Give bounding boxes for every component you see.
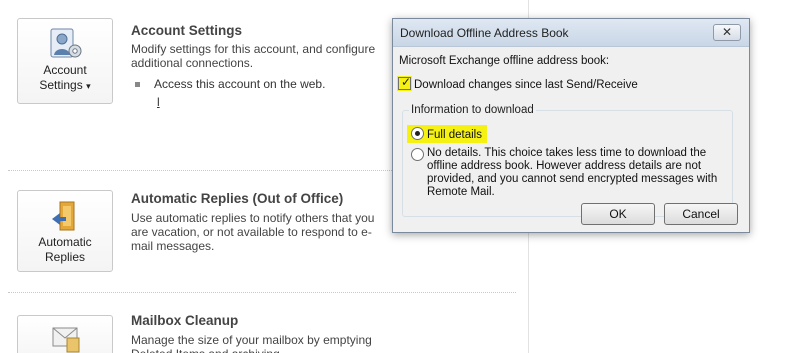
- group-label: Information to download: [409, 104, 536, 116]
- bullet-icon: [135, 82, 140, 88]
- address-book-label: Microsoft Exchange offline address book:: [399, 55, 610, 67]
- account-settings-label-line2: Settings ▾: [39, 78, 91, 92]
- automatic-replies-button[interactable]: Automatic Replies: [17, 190, 113, 272]
- dialog-title: Download Offline Address Book: [400, 26, 569, 40]
- radio-icon[interactable]: [411, 127, 424, 140]
- account-settings-description: Modify settings for this account, and co…: [131, 42, 376, 70]
- automatic-replies-icon: [52, 201, 75, 231]
- section-divider: [8, 292, 516, 293]
- download-changes-checkbox[interactable]: ✓: [397, 75, 412, 91]
- full-details-label: Full details: [427, 129, 482, 141]
- web-access-link[interactable]: l: [157, 95, 160, 109]
- mailbox-cleanup-button[interactable]: [17, 315, 113, 353]
- mailbox-cleanup-title: Mailbox Cleanup: [131, 313, 239, 328]
- automatic-replies-description: Use automatic replies to notify others t…: [131, 211, 375, 253]
- full-details-option[interactable]: Full details: [407, 125, 487, 143]
- mailbox-cleanup-description: Manage the size of your mailbox by empty…: [131, 333, 372, 353]
- close-button[interactable]: ✕: [713, 24, 741, 41]
- automatic-replies-label-line2: Replies: [44, 250, 86, 264]
- information-to-download-group: Information to download Full details No …: [402, 104, 733, 217]
- cancel-button[interactable]: Cancel: [664, 203, 738, 225]
- checkbox-icon: ✓: [401, 75, 412, 89]
- account-settings-button[interactable]: Account Settings ▾: [17, 18, 113, 104]
- close-icon: ✕: [721, 25, 733, 39]
- web-access-label: Access this account on the web.: [154, 77, 326, 91]
- account-settings-icon: [50, 28, 82, 58]
- dialog-title-bar[interactable]: Download Offline Address Book ✕: [393, 19, 749, 47]
- no-details-label: No details. This choice takes less time …: [427, 147, 718, 198]
- ok-button[interactable]: OK: [581, 203, 655, 225]
- download-changes-row[interactable]: ✓ Download changes since last Send/Receiv…: [397, 75, 638, 91]
- web-access-item: Access this account on the web.: [135, 77, 325, 91]
- account-settings-label-line1: Account: [43, 63, 87, 77]
- automatic-replies-title: Automatic Replies (Out of Office): [131, 191, 344, 206]
- mailbox-cleanup-icon: [52, 327, 80, 353]
- download-changes-label: Download changes since last Send/Receive: [414, 79, 638, 91]
- no-details-option[interactable]: [411, 148, 427, 162]
- chevron-down-icon: ▾: [86, 81, 91, 91]
- account-settings-title: Account Settings: [131, 23, 243, 38]
- radio-icon[interactable]: [411, 148, 424, 161]
- download-offline-address-book-dialog: Download Offline Address Book ✕ Microsof…: [392, 18, 750, 233]
- dialog-body: Microsoft Exchange offline address book:…: [393, 47, 749, 232]
- automatic-replies-label-line1: Automatic: [38, 235, 92, 249]
